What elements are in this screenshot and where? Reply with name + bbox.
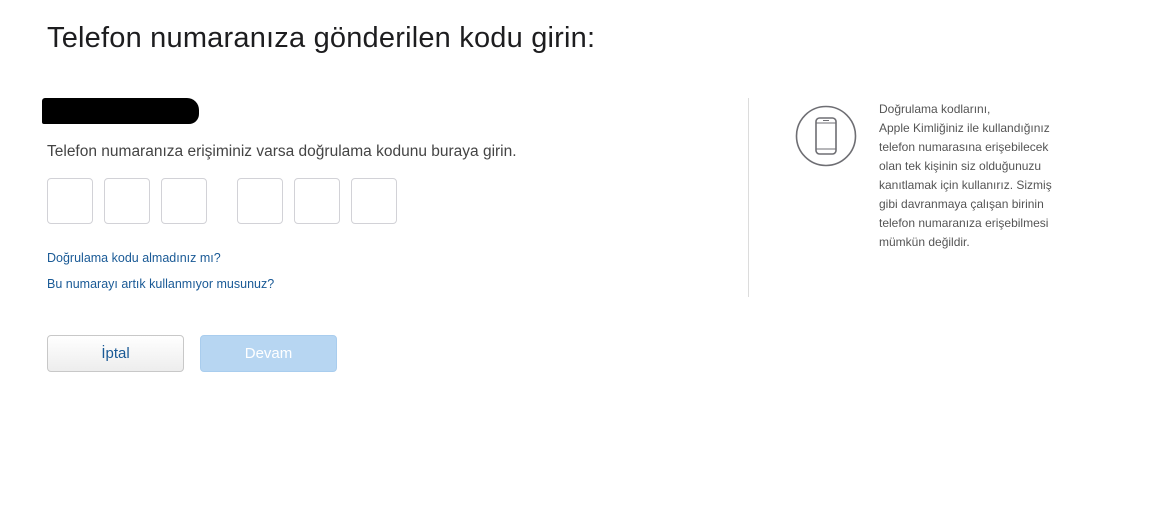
code-digit-4[interactable]: [237, 178, 283, 224]
sidebar-text-line: Apple Kimliğiniz ile kullandığınız: [879, 121, 1050, 135]
code-digit-1[interactable]: [47, 178, 93, 224]
code-input-group-1: [47, 178, 207, 224]
instruction-text: Telefon numaranıza erişiminiz varsa doğr…: [47, 143, 517, 160]
sidebar-text-line: telefon numaranıza erişebilmesi: [879, 216, 1049, 230]
code-digit-5[interactable]: [294, 178, 340, 224]
sidebar-info-text: Doğrulama kodlarını, Apple Kimliğiniz il…: [879, 100, 1109, 252]
code-digit-3[interactable]: [161, 178, 207, 224]
code-input-group-2: [237, 178, 397, 224]
sidebar-text-line: mümkün değildir.: [879, 235, 970, 249]
continue-button[interactable]: Devam: [200, 335, 337, 372]
cancel-button[interactable]: İptal: [47, 335, 184, 372]
vertical-divider: [748, 98, 749, 297]
page-title: Telefon numaranıza gönderilen kodu girin…: [47, 22, 596, 54]
code-digit-6[interactable]: [351, 178, 397, 224]
no-longer-use-number-link[interactable]: Bu numarayı artık kullanmıyor musunuz?: [47, 277, 274, 291]
sidebar-text-line: gibi davranmaya çalışan birinin: [879, 197, 1044, 211]
sidebar-text-line: Doğrulama kodlarını,: [879, 102, 991, 116]
no-code-received-link[interactable]: Doğrulama kodu almadınız mı?: [47, 251, 221, 265]
sidebar-text-line: telefon numarasına erişebilecek: [879, 140, 1049, 154]
iphone-icon: [795, 105, 857, 167]
sidebar-text-line: olan tek kişinin siz olduğunuzu: [879, 159, 1042, 173]
code-digit-2[interactable]: [104, 178, 150, 224]
sidebar-text-line: kanıtlamak için kullanırız. Sizmiş: [879, 178, 1052, 192]
redacted-phone-number: [42, 98, 199, 124]
